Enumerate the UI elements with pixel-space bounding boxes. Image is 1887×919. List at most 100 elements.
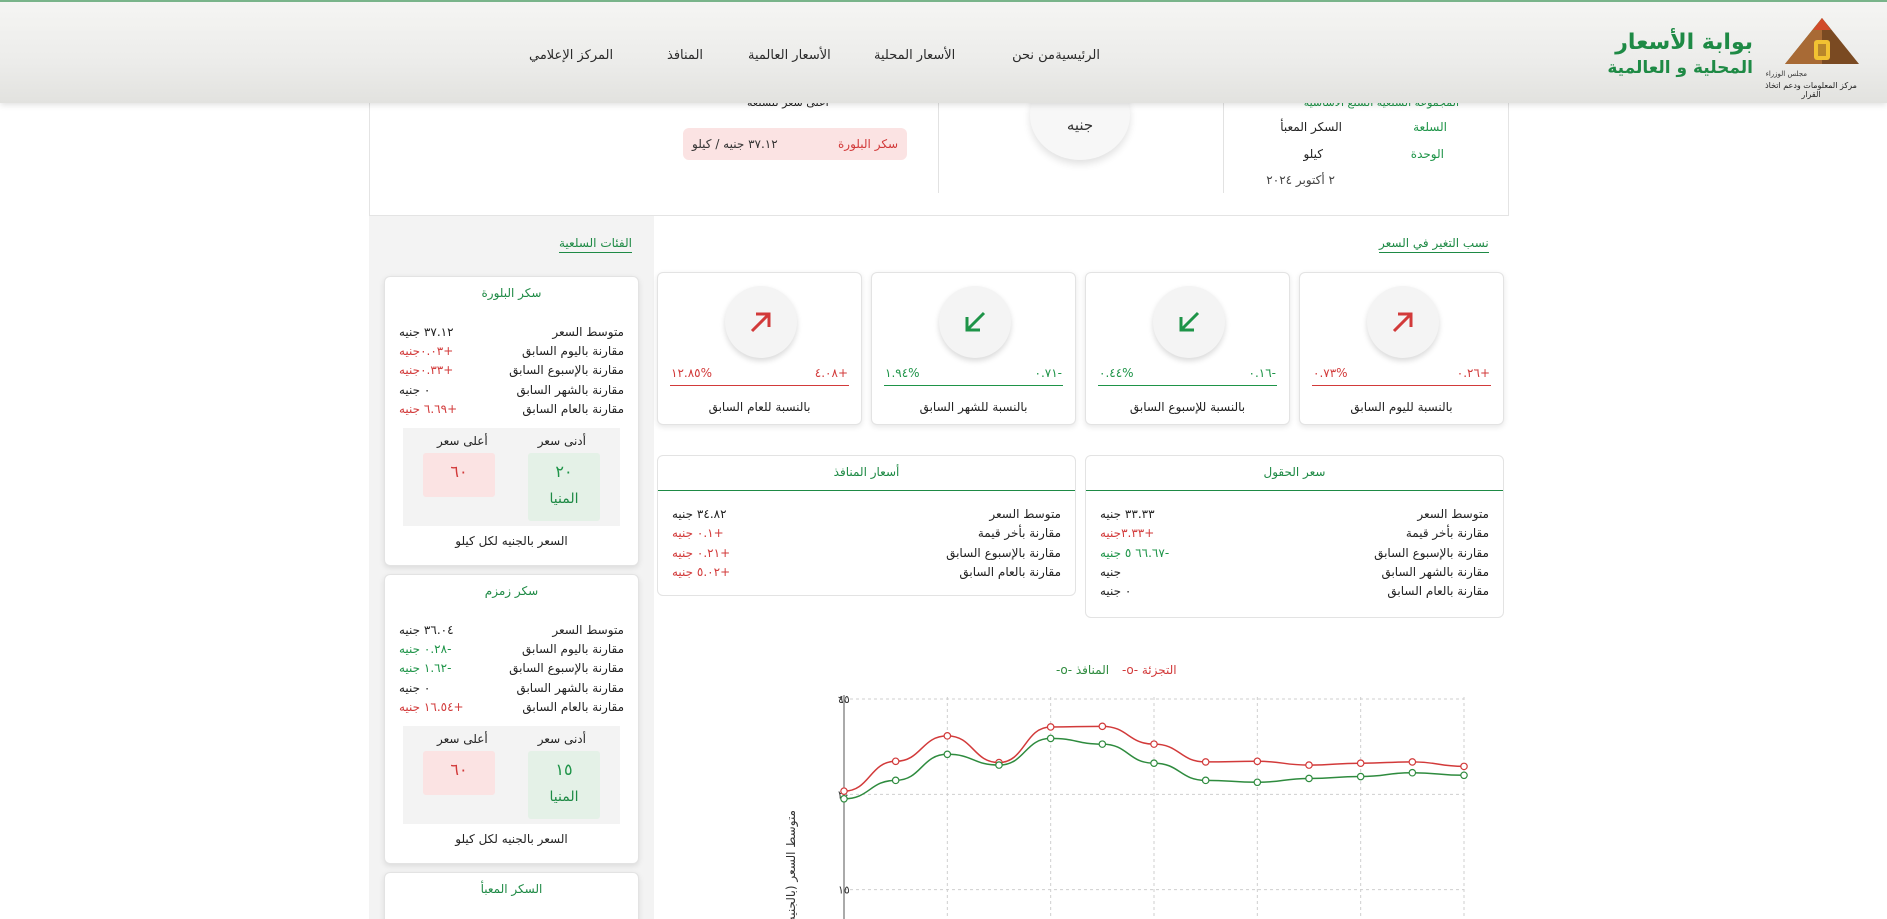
category-card[interactable]: سكر زمزم متوسط السعر ٣٦.٠٤ جنيه مقارنة با… bbox=[384, 574, 639, 864]
card-footer: السعر بالجنيه لكل كيلو bbox=[455, 534, 568, 548]
brand-title: بوابة الأسعار bbox=[1615, 30, 1753, 55]
card-row: مقارنة باليوم السابق -٠.٢٨ جنيه bbox=[399, 642, 624, 656]
change-card-day[interactable]: +٠.٢٦ %٠.٧٣ بالنسبة لليوم السابق bbox=[1299, 272, 1504, 425]
change-footer: بالنسبة للشهر السابق bbox=[919, 400, 1028, 414]
site-logo[interactable]: مجلس الوزراء مركز المعلومات ودعم اتخاذ ا… bbox=[1607, 14, 1875, 99]
nav-local-prices[interactable]: الأسعار المحلية bbox=[874, 48, 955, 63]
arrow-up-right-icon bbox=[750, 312, 771, 333]
divider bbox=[938, 103, 939, 193]
max-price-value: ٦٠ bbox=[450, 462, 468, 481]
data-point bbox=[1305, 774, 1313, 783]
data-point bbox=[1150, 759, 1158, 767]
data-point bbox=[840, 794, 848, 803]
change-value: +٤.٠٨ bbox=[814, 366, 848, 380]
top-navbar: مجلس الوزراء مركز المعلومات ودعم اتخاذ ا… bbox=[0, 0, 1887, 103]
price-row: مقارنة بالإسبوع السابق -٦٦.٦٧ ٥ جنيه bbox=[1100, 546, 1489, 560]
change-circle bbox=[1367, 286, 1439, 358]
price-row: مقارنة بأخر قيمة +٣.٣٣جنيه bbox=[1100, 526, 1489, 540]
price-line-chart: ١٥٣٠٤٥٦متوسط السعر (بالجنيه) bbox=[770, 655, 1490, 919]
price-row: متوسط السعر ٣٤.٨٢ جنيه bbox=[672, 507, 1061, 521]
nav-home[interactable]: الرئيسية bbox=[1055, 48, 1100, 63]
data-point bbox=[1046, 723, 1055, 731]
data-point bbox=[1201, 758, 1210, 766]
price-row: مقارنة بالشهر السابق جنيه bbox=[1100, 565, 1489, 579]
min-price-box: ٢٠ المنيا bbox=[528, 453, 600, 521]
change-percent: %٠.٧٣ bbox=[1313, 366, 1348, 380]
price-change-title[interactable]: نسب التغير في السعر bbox=[1379, 236, 1489, 253]
data-point bbox=[840, 787, 848, 795]
commodity-value: السكر المعبأ bbox=[1280, 120, 1342, 134]
min-max-panel: أدنى سعر أعلى سعر ٢٠ المنيا ٦٠ bbox=[403, 428, 620, 526]
categories-title[interactable]: الفئات السلعية bbox=[559, 236, 632, 253]
card-row: مقارنة بالإسبوع السابق +٠.٣٣جنيه bbox=[399, 363, 624, 377]
data-point bbox=[1408, 758, 1417, 766]
title-underline bbox=[1086, 490, 1503, 491]
max-price-value: ٦٠ bbox=[450, 760, 468, 779]
change-footer: بالنسبة للعام السابق bbox=[708, 400, 811, 414]
change-circle bbox=[1153, 286, 1225, 358]
nav-about[interactable]: من نحن bbox=[1012, 48, 1055, 63]
fields-price-title: سعر الحقول bbox=[1263, 465, 1326, 479]
nav-global-prices[interactable]: الأسعار العالمية bbox=[748, 48, 831, 63]
ministry-text: مركز المعلومات ودعم اتخاذ القرار bbox=[1765, 81, 1857, 99]
max-price-label: أعلى سعر bbox=[437, 434, 488, 448]
price-row: مقارنة بالعام السابق ٠ جنيه bbox=[1100, 584, 1489, 598]
max-price-label: أعلى سعر bbox=[437, 732, 488, 746]
data-point bbox=[1305, 761, 1313, 769]
highest-item: سكر البلورة bbox=[838, 137, 898, 151]
price-row: مقارنة بالعام السابق +٥.٠٢ جنيه bbox=[672, 565, 1061, 579]
change-percent: %٠.٤٤ bbox=[1099, 366, 1134, 380]
card-row: مقارنة بالعام السابق +١٦.٥٤ جنيه bbox=[399, 700, 624, 714]
min-price-city: المنيا bbox=[549, 789, 579, 805]
price-row: مقارنة بالإسبوع السابق +٠.٢١ جنيه bbox=[672, 546, 1061, 560]
unit-label: الوحدة bbox=[1410, 147, 1444, 161]
card-row: مقارنة بالشهر السابق ٠ جنيه bbox=[399, 383, 624, 397]
change-card-month[interactable]: -٠.٧١ %١.٩٤ بالنسبة للشهر السابق bbox=[871, 272, 1076, 425]
card-row: مقارنة بالشهر السابق ٠ جنيه bbox=[399, 681, 624, 695]
card-row: مقارنة بالعام السابق +٦.٦٩ جنيه bbox=[399, 402, 624, 416]
min-price-value: ١٥ bbox=[555, 760, 573, 779]
unit-circle-text: جنيه bbox=[1066, 116, 1094, 134]
data-point bbox=[1460, 771, 1468, 780]
card-title: سكر زمزم bbox=[484, 584, 539, 598]
category-card[interactable]: السكر المعبأ bbox=[384, 872, 639, 919]
min-price-city: المنيا bbox=[549, 491, 579, 507]
nav-media-center[interactable]: المركز الإعلامي bbox=[529, 48, 613, 63]
card-row: مقارنة باليوم السابق +٠.٠٣جنيه bbox=[399, 344, 624, 358]
data-point bbox=[1046, 734, 1055, 743]
change-card-year[interactable]: +٤.٠٨ %١٢.٨٥ بالنسبة للعام السابق bbox=[657, 272, 862, 425]
price-row: متوسط السعر ٣٣.٣٣ جنيه bbox=[1100, 507, 1489, 521]
category-card[interactable]: سكر البلورة متوسط السعر ٣٧.١٢ جنيه مقارنة… bbox=[384, 276, 639, 566]
card-title: السكر المعبأ bbox=[480, 882, 543, 896]
change-footer: بالنسبة للإسبوع السابق bbox=[1129, 400, 1246, 414]
data-point bbox=[891, 757, 900, 766]
change-value: -٠.١٦ bbox=[1248, 366, 1277, 380]
max-price-box: ٦٠ bbox=[423, 453, 495, 497]
min-price-label: أدنى سعر bbox=[537, 732, 586, 746]
data-point bbox=[1408, 768, 1417, 777]
nav-outlets[interactable]: المنافذ bbox=[667, 48, 703, 63]
data-point bbox=[1098, 740, 1107, 748]
commodity-summary-panel: المجموعة السلعية السلع الأساسية السلعة ا… bbox=[369, 96, 1509, 216]
highest-price-pill[interactable]: سكر البلورة ٣٧.١٢ جنيه / كيلو bbox=[683, 128, 907, 160]
card-row: مقارنة بالإسبوع السابق -١.٦٢ جنيه bbox=[399, 661, 624, 675]
y-tick-label: ٦ bbox=[838, 695, 843, 706]
commodity-label: السلعة bbox=[1413, 120, 1447, 134]
price-row: مقارنة بأخر قيمة +٠.١ جنيه bbox=[672, 526, 1061, 540]
outlets-price-title: أسعار المنافذ bbox=[833, 465, 900, 479]
change-value: +٠.٢٦ bbox=[1456, 366, 1490, 380]
title-underline bbox=[658, 490, 1075, 491]
brand-subtitle: المحلية و العالمية bbox=[1607, 58, 1753, 78]
ministry-top-text: مجلس الوزراء bbox=[1765, 70, 1807, 78]
min-price-label: أدنى سعر bbox=[537, 434, 586, 448]
data-point bbox=[1356, 759, 1365, 767]
arrow-up-right-icon bbox=[1392, 312, 1413, 333]
card-row: متوسط السعر ٣٦.٠٤ جنيه bbox=[399, 623, 624, 637]
change-divider bbox=[1312, 385, 1491, 386]
data-point bbox=[1253, 778, 1262, 787]
pyramid-logo-icon bbox=[1785, 18, 1859, 64]
change-percent: %١٢.٨٥ bbox=[671, 366, 713, 380]
data-point bbox=[1253, 757, 1262, 766]
data-point bbox=[943, 750, 952, 759]
change-card-week[interactable]: -٠.١٦ %٠.٤٤ بالنسبة للإسبوع السابق bbox=[1085, 272, 1290, 425]
